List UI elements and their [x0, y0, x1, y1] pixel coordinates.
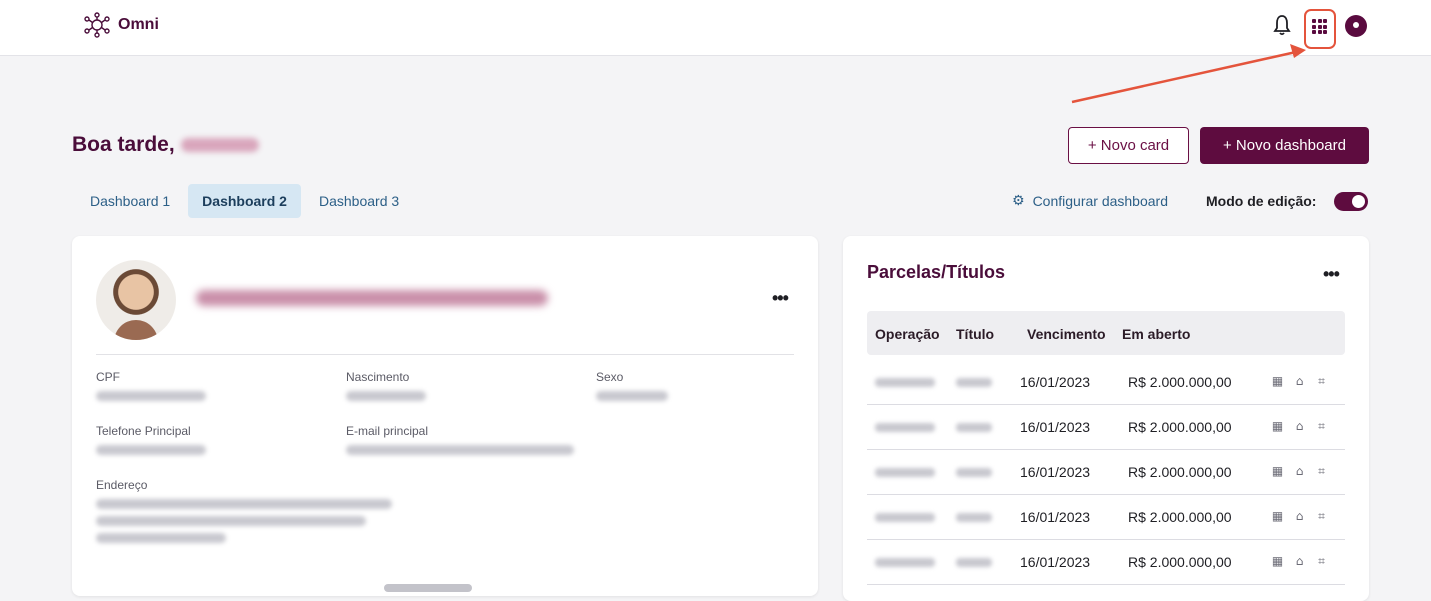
- table-row[interactable]: 16/01/2023 R$ 2.000.000,00 ▦ ⌂ ⌗: [867, 405, 1345, 450]
- em-aberto-cell: R$ 2.000.000,00: [1128, 509, 1232, 525]
- apps-grid-icon[interactable]: [1312, 19, 1327, 34]
- qr-code-icon[interactable]: ▦: [1271, 465, 1284, 478]
- vencimento-cell: 16/01/2023: [1020, 554, 1091, 570]
- redacted-titulo: [956, 423, 992, 432]
- redacted-operacao: [875, 378, 935, 387]
- qr-code-icon[interactable]: ▦: [1271, 375, 1284, 388]
- app-name: Omni: [118, 16, 159, 33]
- qr-code-icon[interactable]: ▦: [1271, 555, 1284, 568]
- birth-field: Nascimento: [346, 370, 426, 401]
- table-row[interactable]: 16/01/2023 R$ 2.000.000,00 ▦ ⌂ ⌗: [867, 360, 1345, 405]
- dashboard-tabs: Dashboard 1 Dashboard 2 Dashboard 3: [76, 184, 417, 218]
- bank-icon[interactable]: ⌂: [1293, 465, 1306, 478]
- redacted-titulo: [956, 468, 992, 477]
- em-aberto-cell: R$ 2.000.000,00: [1128, 554, 1232, 570]
- parcelas-card: Parcelas/Títulos ••• Operação Título Ven…: [843, 236, 1369, 601]
- network-logo-icon: [84, 12, 110, 38]
- email-label: E-mail principal: [346, 424, 429, 438]
- redacted-address-line-3: [96, 533, 226, 543]
- redacted-operacao: [875, 423, 935, 432]
- qr-code-icon[interactable]: ▦: [1271, 420, 1284, 433]
- column-header-em-aberto: Em aberto: [1122, 326, 1191, 342]
- birth-label: Nascimento: [346, 370, 410, 384]
- em-aberto-cell: R$ 2.000.000,00: [1128, 419, 1232, 435]
- greeting-text: Boa tarde,: [72, 133, 175, 156]
- bank-icon[interactable]: ⌂: [1293, 420, 1306, 433]
- more-icon[interactable]: •••: [1323, 264, 1340, 285]
- address-label: Endereço: [96, 478, 148, 492]
- column-header-titulo: Título: [956, 326, 995, 342]
- user-icon[interactable]: [1345, 15, 1367, 37]
- profile-card: ••• CPF Nascimento Sexo Telefone Princip…: [72, 236, 818, 596]
- cpf-field: CPF: [96, 370, 206, 401]
- tab-dashboard-3[interactable]: Dashboard 3: [305, 184, 413, 218]
- edit-mode-toggle[interactable]: [1334, 192, 1368, 211]
- horizontal-scrollbar[interactable]: [384, 584, 472, 592]
- tab-dashboard-2[interactable]: Dashboard 2: [188, 184, 301, 218]
- redacted-user-name: [180, 138, 259, 153]
- redacted-operacao: [875, 513, 935, 522]
- more-icon[interactable]: •••: [772, 288, 789, 309]
- vencimento-cell: 16/01/2023: [1020, 464, 1091, 480]
- redacted-full-name: [196, 290, 548, 306]
- gear-icon: ⚙: [1012, 193, 1025, 209]
- bank-icon[interactable]: ⌂: [1293, 510, 1306, 523]
- divider: [96, 354, 794, 355]
- app-logo[interactable]: Omni: [82, 12, 159, 38]
- em-aberto-cell: R$ 2.000.000,00: [1128, 374, 1232, 390]
- phone-field: Telefone Principal: [96, 424, 206, 455]
- redacted-address-line-1: [96, 499, 392, 509]
- redacted-birth-value: [346, 391, 426, 401]
- profile-photo: [96, 260, 176, 340]
- new-dashboard-button[interactable]: + Novo dashboard: [1200, 127, 1369, 164]
- bank-icon[interactable]: ⌂: [1293, 555, 1306, 568]
- vencimento-cell: 16/01/2023: [1020, 374, 1091, 390]
- redacted-titulo: [956, 558, 992, 567]
- sex-field: Sexo: [596, 370, 668, 401]
- qr-code-icon[interactable]: ▦: [1271, 510, 1284, 523]
- bell-icon[interactable]: [1273, 14, 1291, 36]
- address-field: Endereço: [96, 478, 392, 543]
- tab-dashboard-1[interactable]: Dashboard 1: [76, 184, 184, 218]
- redacted-email-value: [346, 445, 574, 455]
- bank-icon[interactable]: ⌂: [1293, 375, 1306, 388]
- scan-icon[interactable]: ⌗: [1315, 510, 1328, 523]
- cpf-label: CPF: [96, 370, 120, 384]
- redacted-sex-value: [596, 391, 668, 401]
- vencimento-cell: 16/01/2023: [1020, 419, 1091, 435]
- top-bar: Omni: [0, 0, 1431, 56]
- redacted-address-line-2: [96, 516, 366, 526]
- redacted-phone-value: [96, 445, 206, 455]
- email-field: E-mail principal: [346, 424, 574, 455]
- table-header: Operação Título Vencimento Em aberto: [867, 311, 1345, 355]
- parcelas-title: Parcelas/Títulos: [867, 262, 1006, 282]
- redacted-titulo: [956, 378, 992, 387]
- scan-icon[interactable]: ⌗: [1315, 375, 1328, 388]
- new-card-button[interactable]: + Novo card: [1068, 127, 1189, 164]
- em-aberto-cell: R$ 2.000.000,00: [1128, 464, 1232, 480]
- vencimento-cell: 16/01/2023: [1020, 509, 1091, 525]
- table-row[interactable]: 16/01/2023 R$ 2.000.000,00 ▦ ⌂ ⌗: [867, 540, 1345, 585]
- table-row[interactable]: 16/01/2023 R$ 2.000.000,00 ▦ ⌂ ⌗: [867, 495, 1345, 540]
- column-header-operacao: Operação: [875, 326, 940, 342]
- scan-icon[interactable]: ⌗: [1315, 465, 1328, 478]
- redacted-operacao: [875, 558, 935, 567]
- scan-icon[interactable]: ⌗: [1315, 420, 1328, 433]
- page-title: Boa tarde,: [72, 133, 259, 157]
- scan-icon[interactable]: ⌗: [1315, 555, 1328, 568]
- redacted-cpf-value: [96, 391, 206, 401]
- edit-mode-label: Modo de edição:: [1206, 193, 1317, 209]
- table-row[interactable]: 16/01/2023 R$ 2.000.000,00 ▦ ⌂ ⌗: [867, 450, 1345, 495]
- column-header-vencimento: Vencimento: [1027, 326, 1106, 342]
- configure-dashboard-link[interactable]: ⚙ Configurar dashboard: [1012, 193, 1168, 209]
- redacted-titulo: [956, 513, 992, 522]
- configure-dashboard-label: Configurar dashboard: [1032, 193, 1168, 209]
- phone-label: Telefone Principal: [96, 424, 191, 438]
- sex-label: Sexo: [596, 370, 624, 384]
- redacted-operacao: [875, 468, 935, 477]
